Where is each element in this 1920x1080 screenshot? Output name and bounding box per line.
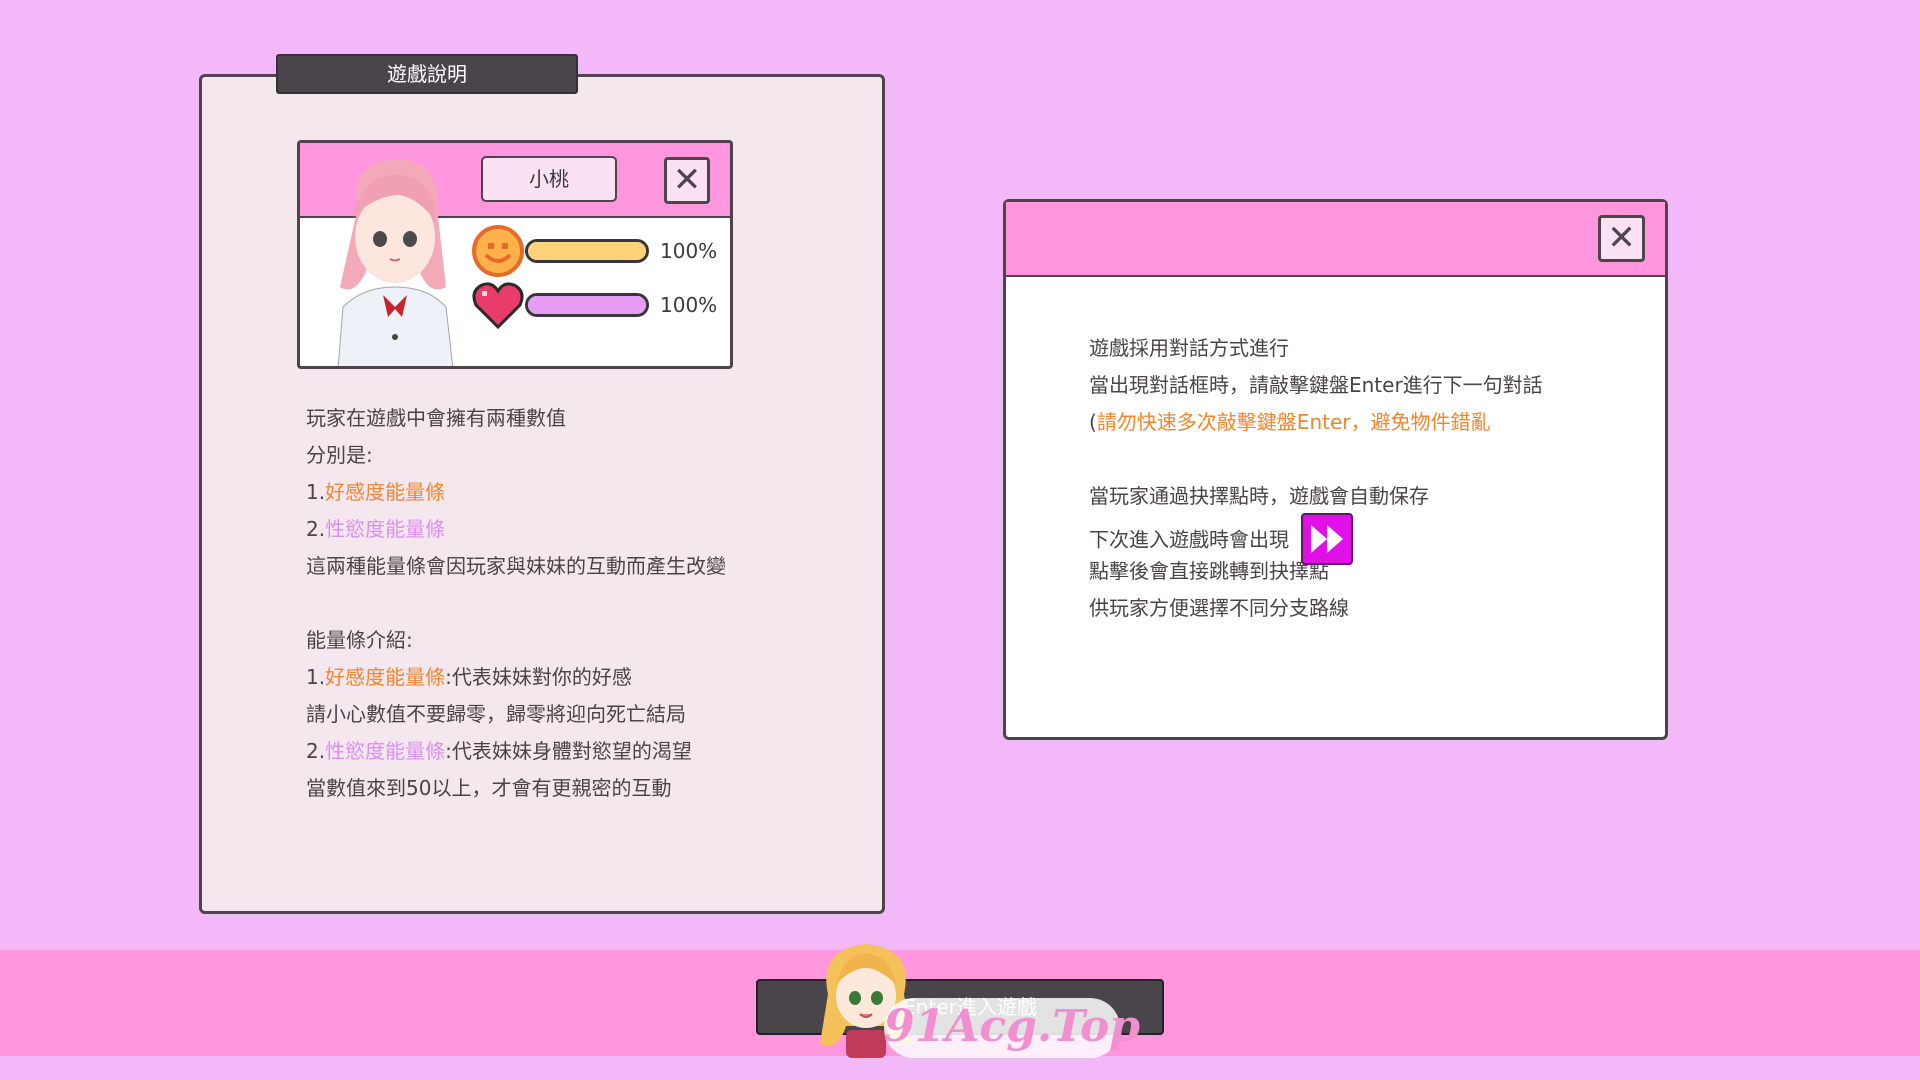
panel-close-button[interactable]: ✕ [1598, 215, 1645, 262]
character-avatar [337, 159, 454, 366]
list-number: 2. [306, 739, 326, 763]
text-segment: :代表妹妹對你的好感 [445, 665, 632, 689]
warning-text: 請勿快速多次敲擊鍵盤Enter，避免物件錯亂 [1096, 410, 1491, 434]
text-line: 能量條介紹: [306, 628, 413, 652]
lust-bar-term: 性慾度能量條 [325, 517, 446, 541]
favor-value: 100% [660, 239, 718, 263]
text-line: 1.好感度能量條 [306, 474, 726, 511]
text-line: 玩家在遊戲中會擁有兩種數值 [306, 406, 566, 430]
right-instructions-text: 遊戲採用對話方式進行 當出現對話框時，請敲擊鍵盤Enter進行下一句對話 (請勿… [1089, 330, 1543, 627]
heart-icon [472, 282, 524, 330]
panel-title-tab: 遊戲說明 [276, 54, 578, 94]
lust-value: 100% [660, 293, 718, 317]
text-line: 當出現對話框時，請敲擊鍵盤Enter進行下一句對話 [1089, 373, 1543, 397]
favor-bar-term: 好感度能量條 [325, 480, 446, 504]
panel-header [1006, 202, 1665, 277]
smiley-face-icon [472, 225, 524, 277]
lust-bar-term: 性慾度能量條 [325, 739, 446, 763]
text-line: 請小心數值不要歸零，歸零將迎向死亡結局 [306, 702, 686, 726]
text-line: 遊戲採用對話方式進行 [1089, 336, 1289, 360]
lust-bar-fill [528, 296, 646, 314]
text-segment: :代表妹妹身體對慾望的渴望 [445, 739, 692, 763]
text-line: 這兩種能量條會因玩家與妹妹的互動而產生改變 [306, 554, 726, 578]
text-segment: 下次進入遊戲時會出現 [1089, 527, 1289, 552]
text-line: 當數值來到50以上，才會有更親密的互動 [306, 776, 672, 800]
fast-forward-icon [1311, 525, 1343, 553]
list-number: 2. [306, 517, 326, 541]
watermark-text: 91Acg.Top [884, 998, 1140, 1058]
text-line: 2.性慾度能量條 [306, 511, 726, 548]
left-instructions-text: 玩家在遊戲中會擁有兩種數值 分別是: 1.好感度能量條 2.性慾度能量條 這兩種… [306, 400, 726, 807]
text-line: 當玩家通過抉擇點時，遊戲會自動保存 [1089, 484, 1429, 508]
text-line: 2.性慾度能量條:代表妹妹身體對慾望的渴望 [306, 733, 726, 770]
favor-bar-term: 好感度能量條 [325, 665, 446, 689]
favor-bar [525, 239, 649, 263]
text-line: 1.好感度能量條:代表妹妹對你的好感 [306, 659, 726, 696]
character-name: 小桃 [481, 156, 617, 202]
text-line: 分別是: [306, 443, 373, 467]
text-segment: ( [1089, 410, 1097, 434]
lust-bar [525, 293, 649, 317]
text-line: 供玩家方便選擇不同分支路線 [1089, 596, 1349, 620]
list-number: 1. [306, 480, 326, 504]
character-status-card: 小桃 ✕ 100% 100% [297, 140, 733, 369]
favor-bar-fill [528, 242, 646, 260]
card-close-button[interactable]: ✕ [664, 157, 710, 204]
text-line: (請勿快速多次敲擊鍵盤Enter，避免物件錯亂 [1089, 404, 1543, 441]
fast-forward-button[interactable] [1301, 513, 1353, 565]
list-number: 1. [306, 665, 326, 689]
